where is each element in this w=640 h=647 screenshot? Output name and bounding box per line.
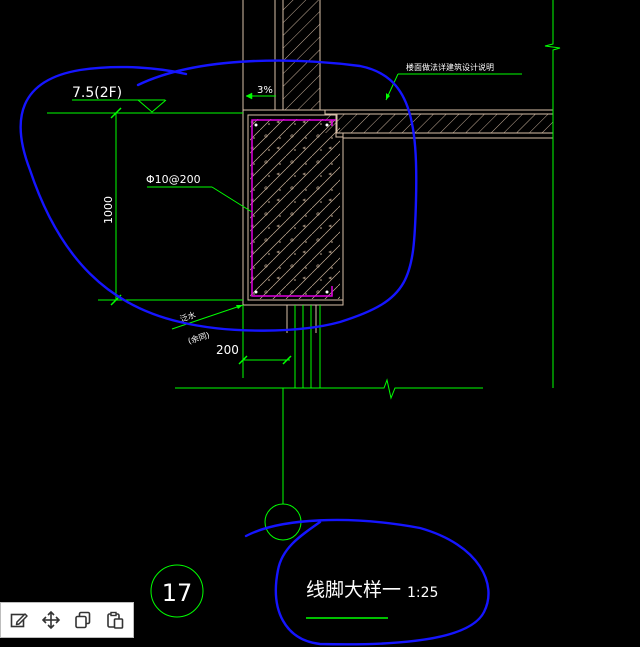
elevation-marker bbox=[47, 99, 243, 114]
width-dimension-label: 200 bbox=[216, 343, 239, 357]
height-dimension bbox=[98, 107, 243, 306]
floating-toolbar bbox=[0, 602, 134, 638]
rebar-label: Φ10@200 bbox=[146, 173, 201, 186]
detail-callout-line bbox=[264, 388, 302, 541]
move-icon bbox=[41, 610, 61, 630]
slope-label: 3% bbox=[257, 85, 273, 96]
detail-scale: 1:25 bbox=[407, 585, 438, 601]
rebar-leader bbox=[147, 186, 253, 213]
concrete-curb bbox=[242, 109, 344, 306]
floor-slab bbox=[320, 109, 554, 139]
copy-button[interactable] bbox=[69, 606, 97, 634]
waterproof-note-sub: (余同) bbox=[187, 330, 211, 346]
edit-icon bbox=[10, 613, 28, 628]
detail-number: 17 bbox=[162, 579, 193, 607]
markup-circle-upper bbox=[19, 59, 418, 332]
roof-note-leader bbox=[385, 73, 522, 101]
lower-column bbox=[242, 305, 321, 388]
cad-drawing-canvas: 7.5(2F) 1000 3% 楼面做法详建筑设计说明 Φ10@200 泛水 (… bbox=[19, 0, 561, 646]
break-lines bbox=[175, 0, 561, 400]
elevation-label: 7.5(2F) bbox=[72, 85, 122, 101]
detail-title: 线脚大样一 bbox=[306, 579, 401, 601]
width-dimension bbox=[238, 305, 292, 378]
copy-icon bbox=[75, 611, 91, 629]
move-button[interactable] bbox=[37, 606, 65, 634]
upper-wall bbox=[242, 0, 321, 110]
roof-note: 楼面做法详建筑设计说明 bbox=[406, 62, 494, 72]
edit-button[interactable] bbox=[5, 606, 33, 634]
height-dimension-label: 1000 bbox=[102, 196, 115, 224]
paste-button[interactable] bbox=[101, 606, 129, 634]
paste-icon bbox=[107, 611, 124, 629]
